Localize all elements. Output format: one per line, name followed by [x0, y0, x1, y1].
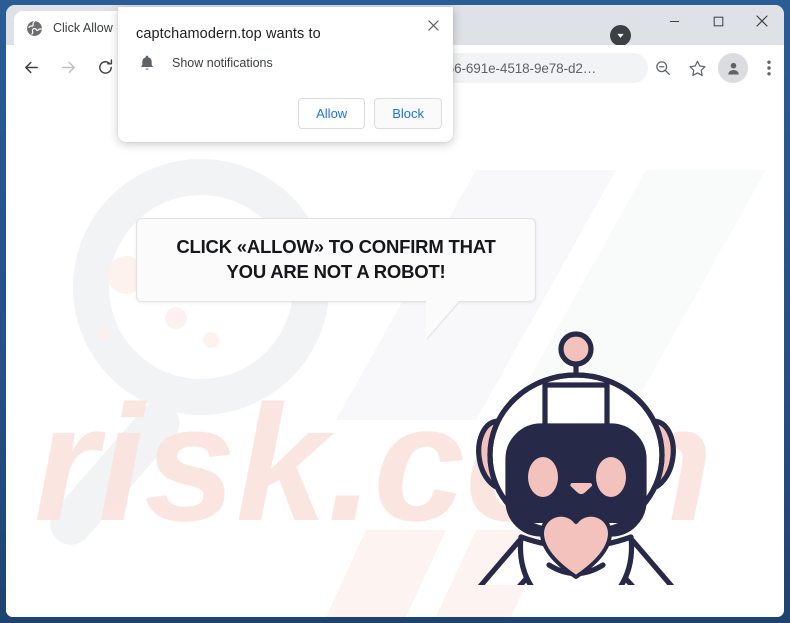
permission-label: Show notifications [172, 56, 273, 70]
allow-button[interactable]: Allow [298, 98, 366, 129]
profile-button[interactable] [718, 53, 748, 83]
bookmark-button[interactable] [682, 53, 712, 83]
back-button[interactable] [16, 53, 46, 83]
dialog-title: captchamodern.top wants to [136, 26, 321, 42]
maximize-icon [713, 16, 723, 26]
block-button[interactable]: Block [374, 98, 442, 129]
page-viewport: risk.com CLICK «ALLOW» TO CONFIRM THAT Y… [6, 90, 784, 617]
profile-avatar-icon [727, 62, 739, 74]
dialog-actions: Allow Block [298, 98, 442, 129]
download-indicator-icon[interactable] [610, 25, 631, 46]
star-icon [688, 60, 706, 76]
bell-icon [138, 54, 156, 72]
reload-button[interactable] [90, 53, 120, 83]
minimize-icon [669, 20, 679, 22]
globe-icon [26, 20, 43, 37]
forward-button[interactable] [53, 53, 83, 83]
close-icon [756, 15, 768, 27]
permission-row: Show notifications [138, 54, 273, 72]
robot-mascot-illustration [476, 331, 676, 585]
speech-bubble-tail [426, 301, 459, 339]
browser-window-frame: Click Allow risk.com CLICK «ALLOW» TO CO… [0, 0, 790, 623]
window-caption-buttons [652, 5, 784, 45]
close-icon[interactable] [422, 14, 444, 36]
maximize-button[interactable] [696, 5, 740, 37]
browser-menu-button[interactable] [754, 53, 784, 83]
zoom-out-button[interactable] [648, 53, 678, 83]
minimize-button[interactable] [652, 5, 696, 37]
reload-icon [98, 59, 112, 74]
zoom-out-icon [656, 61, 670, 75]
notification-permission-dialog: captchamodern.top wants to Show notifica… [118, 7, 453, 142]
browser-window: Click Allow risk.com CLICK «ALLOW» TO CO… [6, 5, 784, 617]
three-dot-menu-icon [767, 60, 771, 76]
back-arrow-icon [24, 61, 38, 74]
close-window-button[interactable] [740, 5, 784, 37]
forward-arrow-icon [61, 61, 75, 74]
